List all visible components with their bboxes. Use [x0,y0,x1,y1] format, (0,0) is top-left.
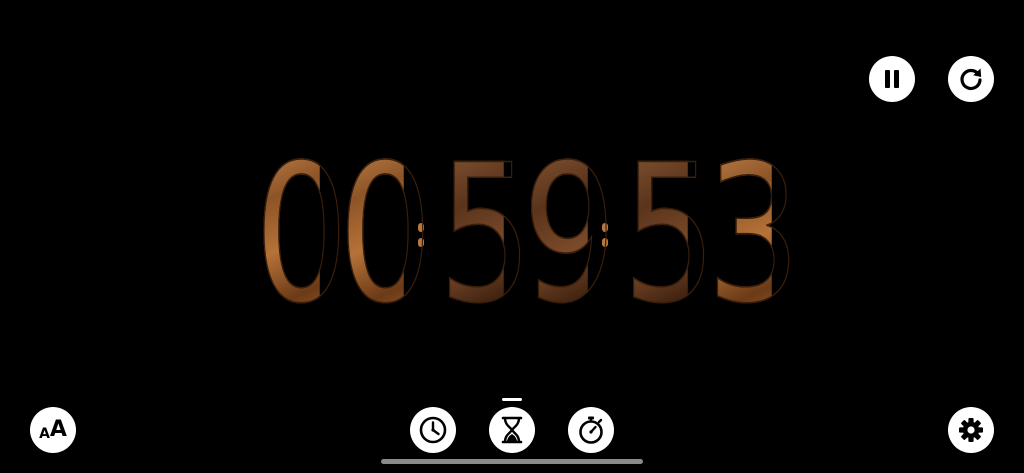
pause-button[interactable] [869,56,915,102]
text-size-large-label: A [49,417,67,442]
home-indicator[interactable] [381,459,643,464]
active-mode-indicator [502,398,522,401]
stopwatch-mode-button[interactable] [568,407,614,453]
text-size-small-label: A [39,426,50,442]
minutes-tens-digit: 5 [437,124,533,345]
pause-icon [885,70,899,88]
timer-mode-button[interactable] [489,407,535,453]
countdown-display: 0 0 5 9 5 3 [240,139,800,331]
stopwatch-icon [579,416,603,444]
clock-mode-button[interactable] [410,407,456,453]
timer-screen: 0 0 5 9 5 3 AA [0,0,1024,473]
minutes-ones-digit: 9 [521,124,617,345]
clock-icon [419,416,447,444]
settings-button[interactable] [948,407,994,453]
text-size-icon: AA [39,417,67,442]
seconds-ones-digit: 3 [705,124,801,345]
hourglass-icon [501,416,523,444]
hours-tens-digit: 0 [253,124,349,345]
gear-icon [959,418,983,442]
seconds-tens-digit: 5 [621,124,717,345]
reset-button[interactable] [948,56,994,102]
hours-ones-digit: 0 [337,124,433,345]
text-size-button[interactable]: AA [30,407,76,453]
reset-icon [960,68,982,91]
